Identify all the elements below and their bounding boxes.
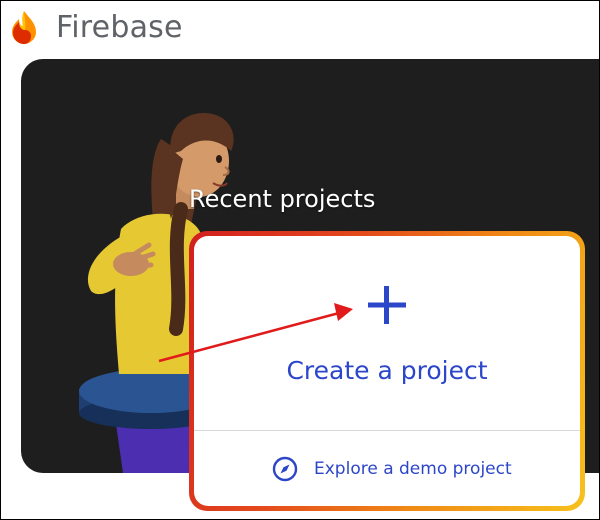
top-bar: Firebase	[1, 1, 599, 57]
explore-demo-project-label: Explore a demo project	[314, 459, 512, 479]
firebase-logo-icon	[12, 11, 36, 44]
compass-icon	[272, 456, 298, 482]
create-project-card: Create a project Explore a demo project	[194, 236, 580, 506]
explore-demo-project-link[interactable]: Explore a demo project	[272, 454, 512, 484]
create-project-button[interactable]: Create a project	[194, 236, 580, 428]
page-frame: Firebase Recent projects Create a projec…	[0, 0, 600, 520]
app-title: Firebase	[56, 10, 183, 45]
card-divider	[194, 430, 580, 431]
plus-icon	[368, 286, 406, 324]
create-project-label: Create a project	[286, 356, 488, 385]
recent-projects-title: Recent projects	[189, 184, 376, 213]
